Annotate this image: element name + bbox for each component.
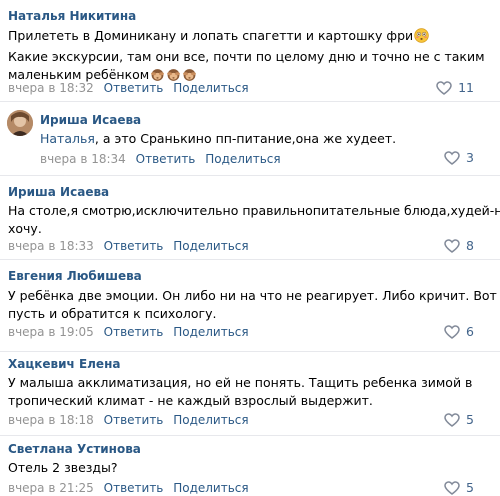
comment-reply: Ириша Исаева Наталья, а это Сранькино пп… — [0, 101, 500, 176]
comment: Хацкевич Елена У малыша акклиматизация, … — [0, 351, 500, 436]
comment-date[interactable]: вчера в 19:05 — [8, 325, 94, 339]
comment-author[interactable]: Светлана Устинова — [8, 442, 141, 456]
comment-text: На столе,я смотрю,исключительно правильн… — [8, 202, 500, 238]
like-count: 11 — [458, 80, 474, 95]
comment: Наталья Никитина Прилететь в Доминикану … — [0, 0, 500, 102]
comment-author[interactable]: Хацкевич Елена — [8, 357, 120, 371]
reply-button[interactable]: Ответить — [104, 239, 164, 253]
comment-date[interactable]: вчера в 21:25 — [8, 481, 94, 495]
heart-icon — [436, 80, 452, 95]
heart-icon — [444, 412, 460, 427]
comment-date[interactable]: вчера в 18:34 — [40, 152, 126, 166]
like-button[interactable]: 5 — [444, 480, 474, 495]
reply-button[interactable]: Ответить — [104, 413, 164, 427]
comment-meta: вчера в 18:18 Ответить Поделиться — [8, 413, 249, 427]
comment-meta: вчера в 18:34 Ответить Поделиться — [40, 152, 281, 166]
comment-text: Наталья, а это Сранькино пп-питание,она … — [40, 130, 396, 148]
share-button[interactable]: Поделиться — [173, 81, 248, 95]
mention-link[interactable]: Наталья — [40, 131, 95, 146]
comment-text: Прилететь в Доминикану и лопать спагетти… — [8, 27, 485, 87]
comment-text-line: Прилететь в Доминикану и лопать спагетти… — [8, 28, 414, 43]
comment-date[interactable]: вчера в 18:33 — [8, 239, 94, 253]
comment-meta: вчера в 18:32 Ответить Поделиться — [8, 81, 249, 95]
comment: Светлана Устинова Отель 2 звезды? вчера … — [0, 435, 500, 496]
comment-text: У ребёнка две эмоции. Он либо ни на что … — [8, 287, 497, 323]
comment-date[interactable]: вчера в 18:18 — [8, 413, 94, 427]
share-button[interactable]: Поделиться — [173, 413, 248, 427]
like-count: 3 — [466, 150, 474, 165]
comment-author[interactable]: Наталья Никитина — [8, 9, 136, 23]
like-count: 5 — [466, 412, 474, 427]
comment-text-line: тропический климат - не каждый взрослый … — [8, 393, 373, 408]
reply-button[interactable]: Ответить — [104, 81, 164, 95]
share-button[interactable]: Поделиться — [173, 481, 248, 495]
comment-text-line: У малыша акклиматизация, но ей не понять… — [8, 375, 473, 390]
comment-text-line: хочу. — [8, 221, 42, 236]
like-button[interactable]: 6 — [444, 324, 474, 339]
like-count: 6 — [466, 324, 474, 339]
reply-button[interactable]: Ответить — [136, 152, 196, 166]
comment-text: У малыша акклиматизация, но ей не понять… — [8, 374, 472, 410]
comment-meta: вчера в 18:33 Ответить Поделиться — [8, 239, 249, 253]
like-button[interactable]: 5 — [444, 412, 474, 427]
like-count: 5 — [466, 480, 474, 495]
comment-date[interactable]: вчера в 18:32 — [8, 81, 94, 95]
comment-author[interactable]: Ириша Исаева — [8, 185, 109, 199]
comment-text-line: маленьким ребёнком — [8, 67, 150, 82]
comment-text-line: Какие экскурсии, там они все, почти по ц… — [8, 49, 485, 64]
heart-icon — [444, 324, 460, 339]
heart-icon — [444, 238, 460, 253]
comment-meta: вчера в 19:05 Ответить Поделиться — [8, 325, 249, 339]
comment-text-line: На столе,я смотрю,исключительно правильн… — [8, 203, 500, 218]
like-count: 8 — [466, 238, 474, 253]
share-button[interactable]: Поделиться — [205, 152, 280, 166]
comment-text-line: , а это Сранькино пп-питание,она же худе… — [94, 131, 397, 146]
flushed-face-icon — [414, 28, 429, 48]
avatar[interactable] — [7, 110, 33, 136]
comments-feed: Наталья Никитина Прилететь в Доминикану … — [0, 0, 500, 496]
heart-icon — [444, 150, 460, 165]
like-button[interactable]: 11 — [436, 80, 474, 95]
share-button[interactable]: Поделиться — [173, 325, 248, 339]
share-button[interactable]: Поделиться — [173, 239, 248, 253]
comment-author[interactable]: Евгения Любишева — [8, 269, 142, 283]
comment-meta: вчера в 21:25 Ответить Поделиться — [8, 481, 249, 495]
comment-text: Отель 2 звезды? — [8, 459, 118, 477]
comment-text-line: У ребёнка две эмоции. Он либо ни на что … — [8, 288, 497, 303]
comment-text-line: Отель 2 звезды? — [8, 460, 118, 475]
comment-text-line: пусть и обратится к психологу. — [8, 306, 217, 321]
like-button[interactable]: 3 — [444, 150, 474, 165]
comment: Евгения Любишева У ребёнка две эмоции. О… — [0, 259, 500, 352]
heart-icon — [444, 480, 460, 495]
like-button[interactable]: 8 — [444, 238, 474, 253]
reply-button[interactable]: Ответить — [104, 325, 164, 339]
comment-author[interactable]: Ириша Исаева — [40, 113, 141, 127]
comment: Ириша Исаева На столе,я смотрю,исключите… — [0, 175, 500, 260]
reply-button[interactable]: Ответить — [104, 481, 164, 495]
